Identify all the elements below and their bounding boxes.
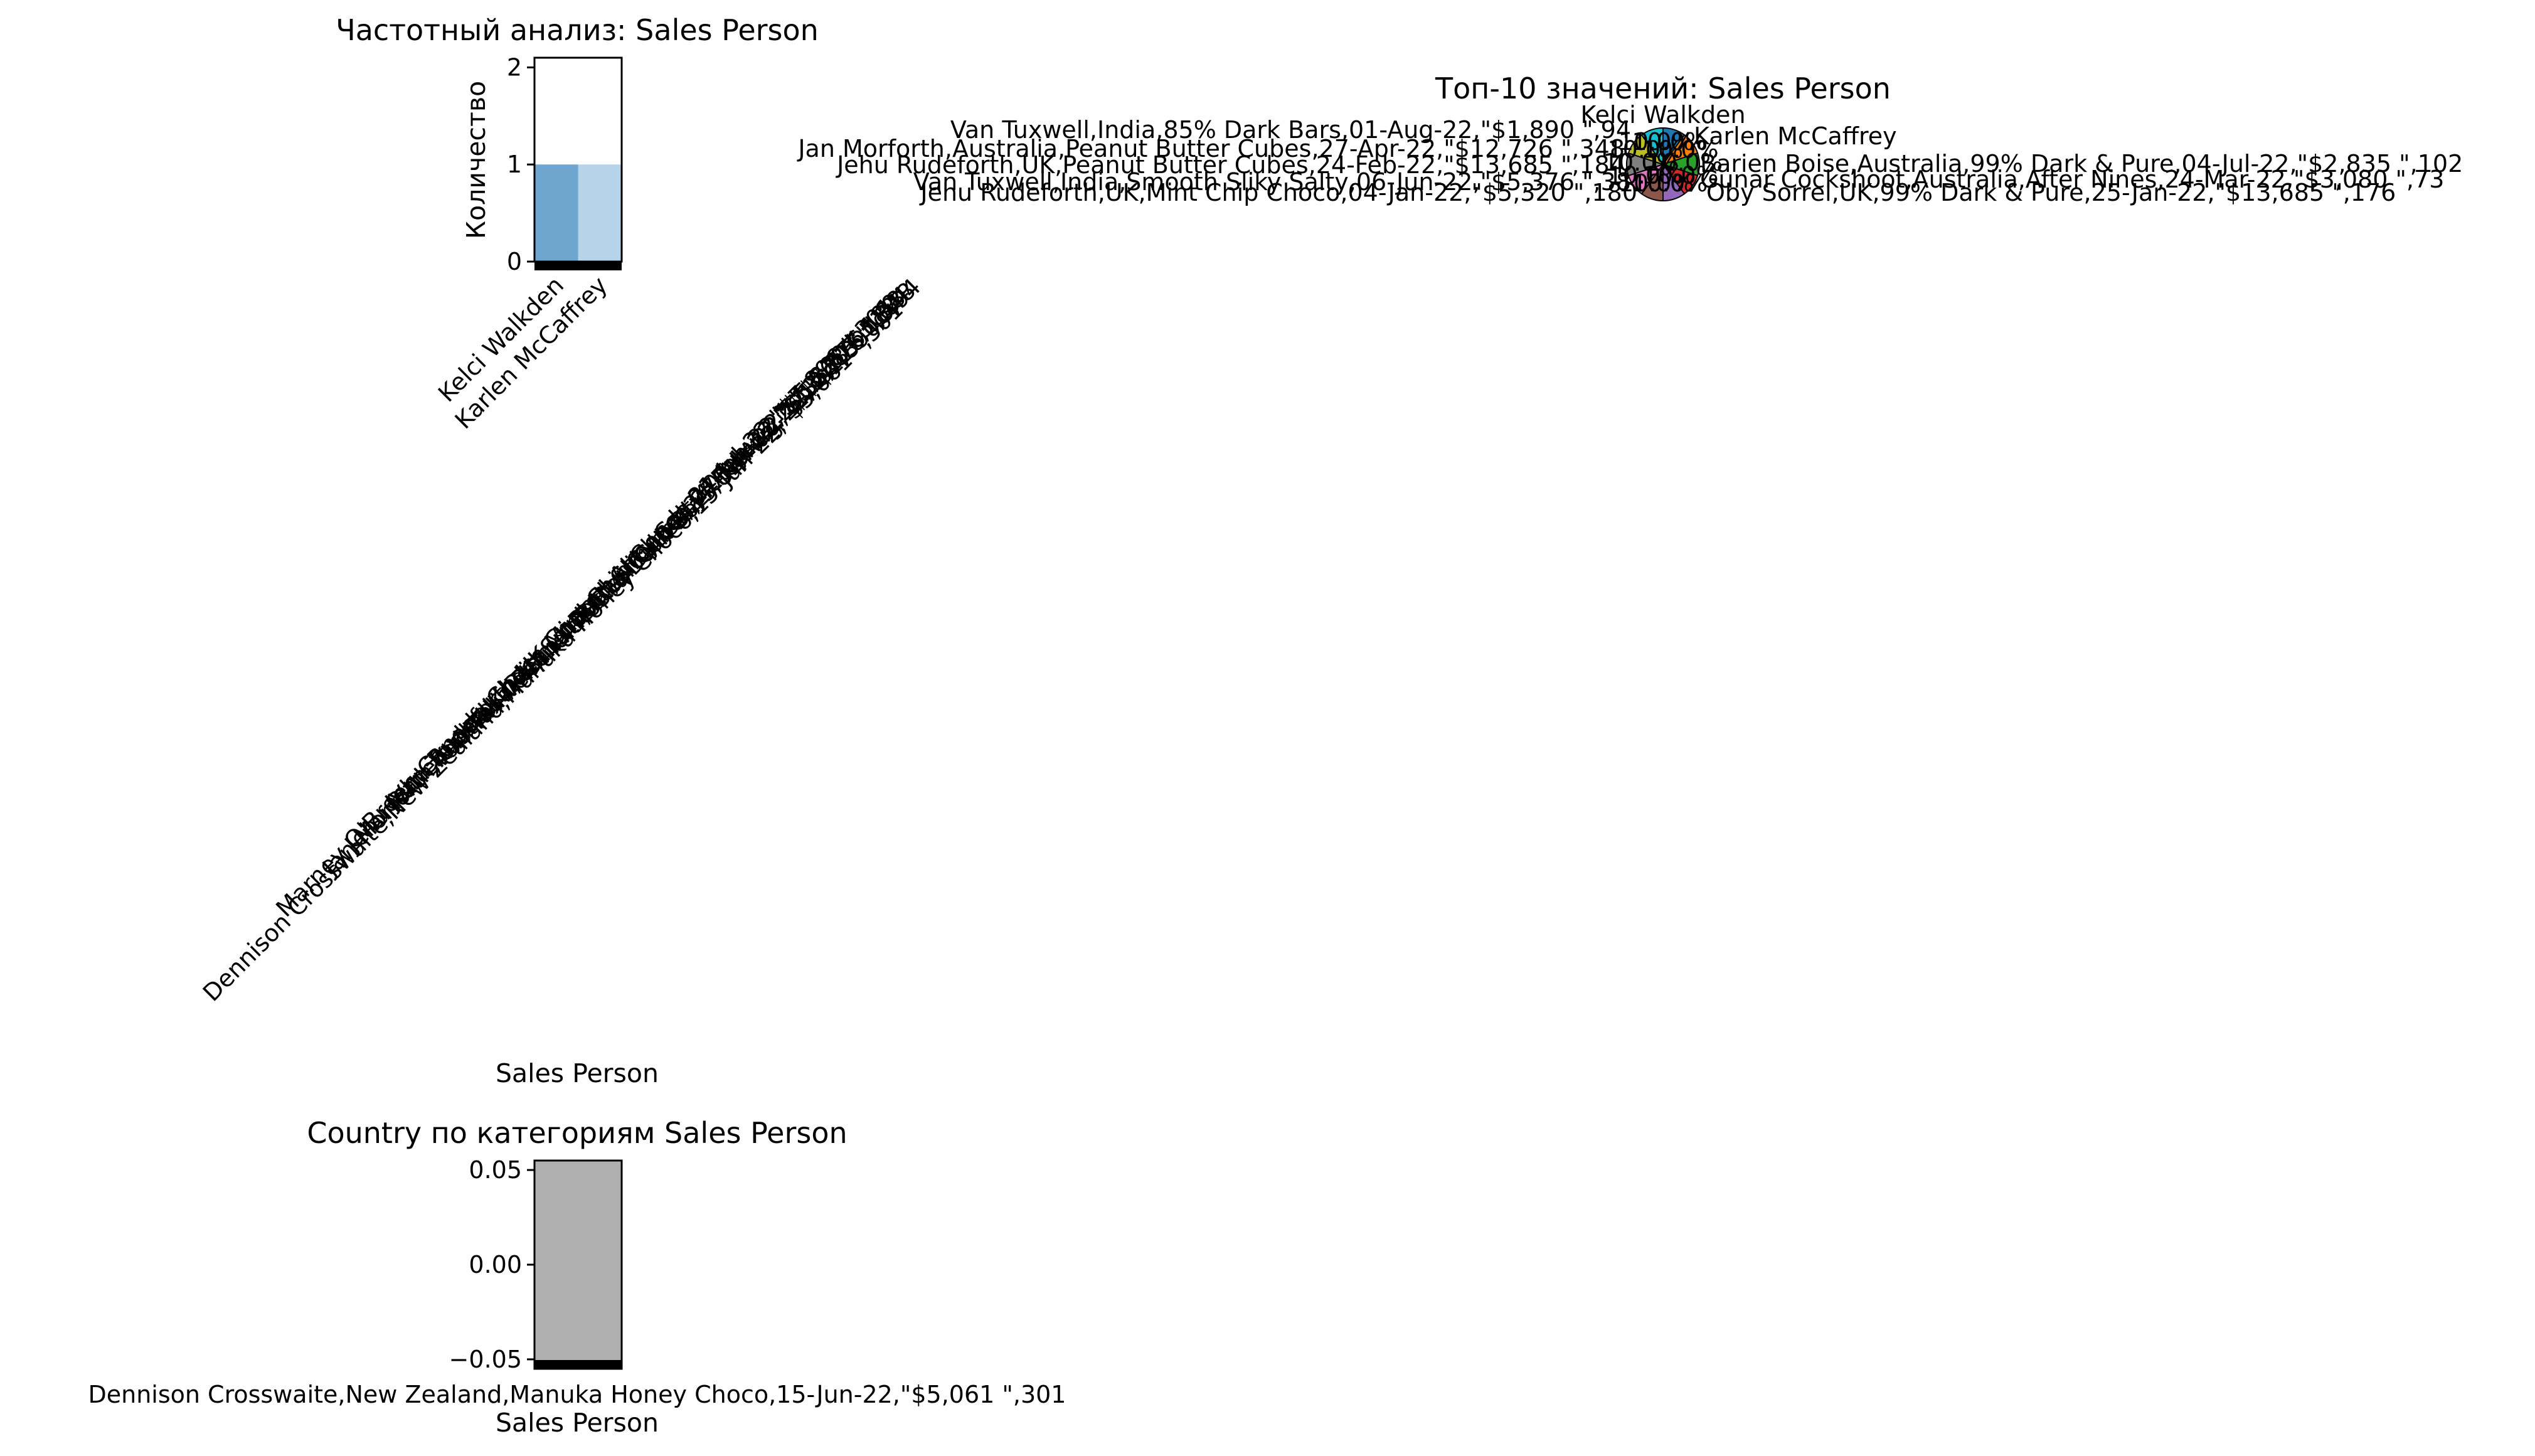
- frequency-chart-ylabel: Количество: [461, 81, 491, 239]
- x-tick-label: Dennison Crosswaite,New Zealand,Manuka H…: [88, 1381, 1066, 1408]
- y-tick-label: 0.00: [469, 1251, 522, 1278]
- frequency-chart-xlabel: Sales Person: [496, 1058, 659, 1088]
- y-tick-label: 0.05: [469, 1156, 522, 1184]
- y-tick-label: 1: [507, 151, 522, 178]
- country-chart-xlabel: Sales Person: [496, 1408, 659, 1438]
- frequency-chart-bars: [534, 164, 622, 270]
- top10-pie-chart-title: Топ-10 значений: Sales Person: [1435, 72, 1891, 105]
- bar: [534, 164, 578, 262]
- bar: [534, 1161, 622, 1369]
- pie-slice-label: Karlen McCaffrey: [1694, 122, 1897, 150]
- x-tick-band: [534, 1360, 622, 1369]
- x-tick-band: [534, 262, 622, 270]
- bar: [578, 164, 622, 262]
- country-chart-bars: [534, 1161, 622, 1369]
- y-tick-label: 2: [507, 53, 522, 81]
- y-tick-label: −0.05: [449, 1346, 522, 1373]
- figure: Частотный анализ: Sales Person Количеств…: [0, 0, 2535, 1456]
- pie-slice-label: Van Tuxwell,India,85% Dark Bars,01-Aug-2…: [950, 116, 1631, 144]
- pie-slice-label: Oby Sorrel,UK,99% Dark & Pure,25-Jan-22,…: [1706, 179, 2396, 206]
- country-chart-x-ticks: Dennison Crosswaite,New Zealand,Manuka H…: [88, 1381, 1066, 1408]
- frequency-chart-title: Частотный анализ: Sales Person: [336, 13, 819, 47]
- y-tick-label: 0: [507, 248, 522, 275]
- country-chart-title: Country по категориям Sales Person: [307, 1116, 847, 1150]
